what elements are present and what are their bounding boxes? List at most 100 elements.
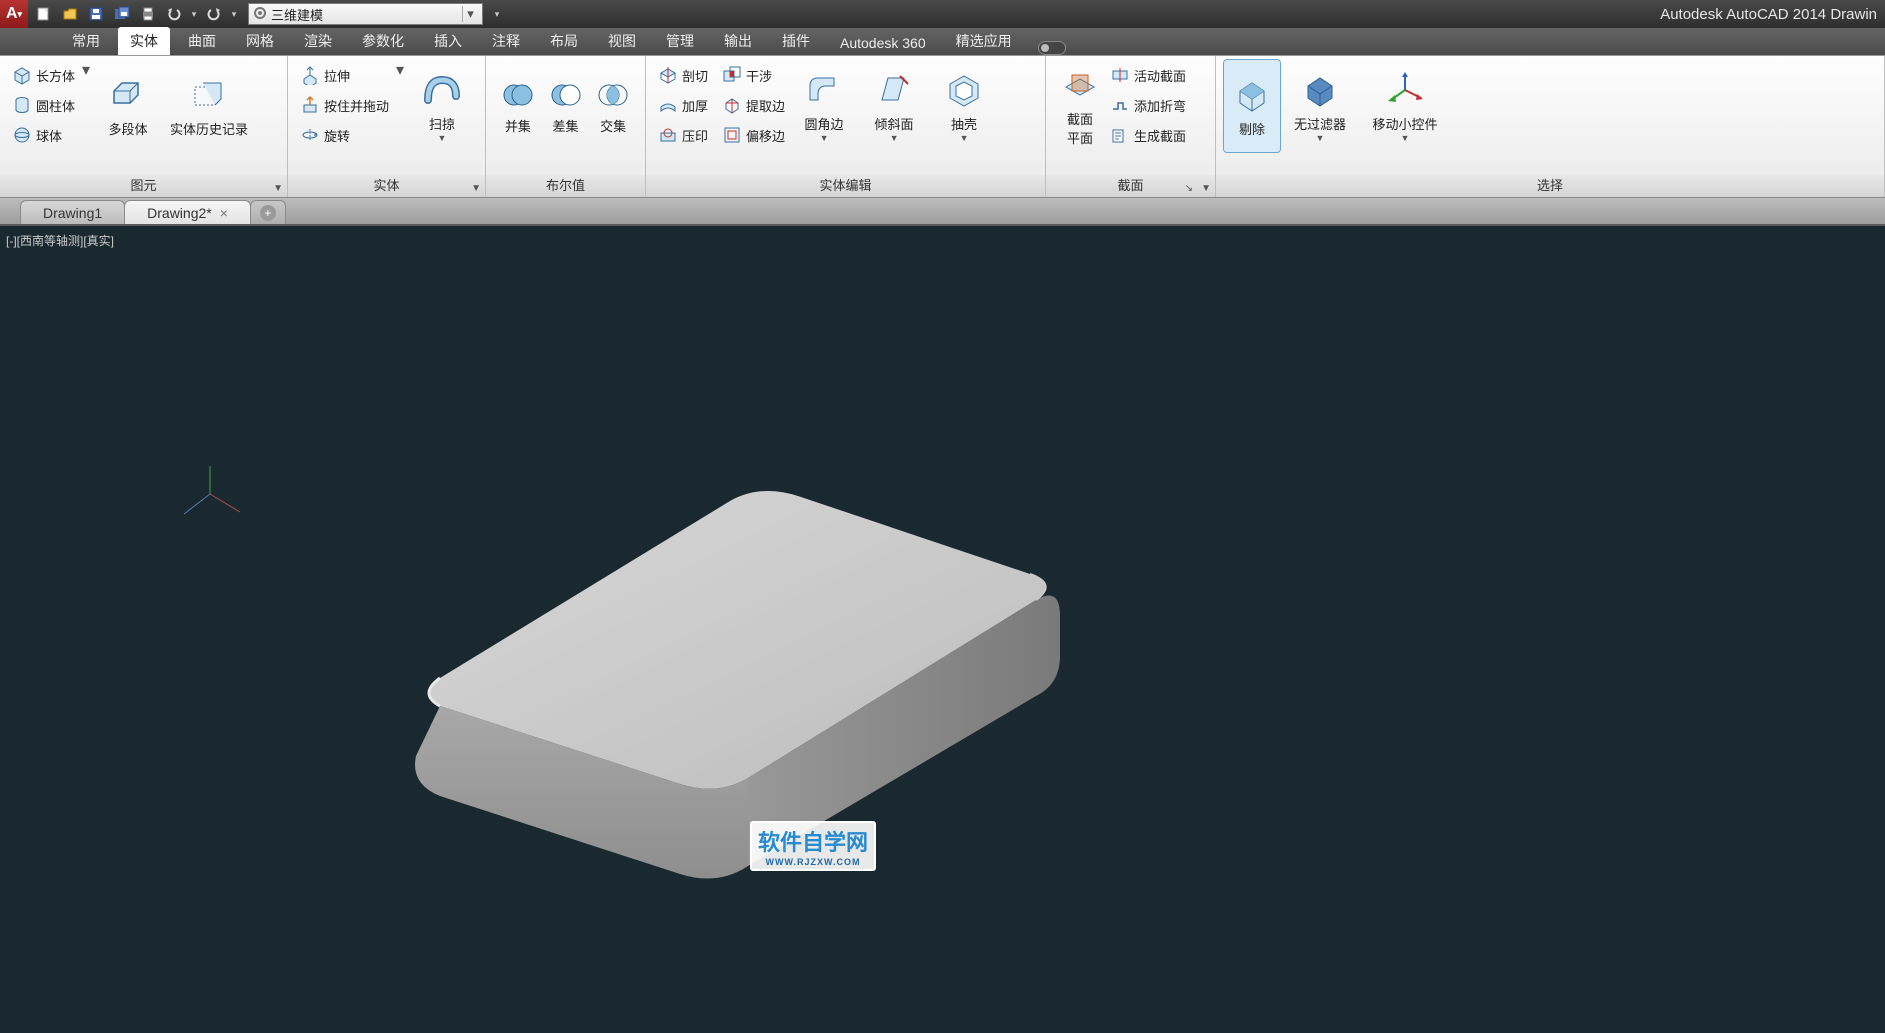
section-plane-button[interactable]: 截面 平面 [1054, 60, 1106, 152]
ribbon-tab-parametric[interactable]: 参数化 [350, 27, 416, 55]
ribbon-tab-layout[interactable]: 布局 [538, 27, 590, 55]
ribbon-tab-insert[interactable]: 插入 [422, 27, 474, 55]
app-title: Autodesk AutoCAD 2014 Drawin [1660, 6, 1885, 23]
thicken-button[interactable]: 加厚 [654, 90, 712, 120]
polysolid-button[interactable]: 多段体 [93, 60, 163, 152]
box-label: 长方体 [36, 66, 75, 85]
qat-undo-icon[interactable] [162, 3, 186, 25]
sweep-button[interactable]: 扫掠▼ [407, 60, 477, 152]
qat-redo-icon[interactable] [202, 3, 226, 25]
move-gizmo-button[interactable]: 移动小控件▼ [1360, 60, 1450, 152]
document-tab-bar: Drawing1 Drawing2*× + [0, 198, 1885, 226]
add-jog-button[interactable]: 添加折弯 [1106, 90, 1190, 120]
ribbon-tab-common[interactable]: 常用 [60, 27, 112, 55]
presspull-button[interactable]: 按住并拖动 [296, 90, 393, 120]
ribbon-tab-annotate[interactable]: 注释 [480, 27, 532, 55]
box-button[interactable]: 长方体 [8, 60, 79, 90]
revolve-icon [300, 125, 320, 145]
fillet-edge-button[interactable]: 圆角边▼ [789, 60, 859, 152]
sweep-label: 扫掠 [429, 114, 455, 133]
intersect-button[interactable]: 交集 [589, 60, 637, 152]
new-document-tab[interactable]: + [250, 200, 286, 224]
ribbon-tab-plugins[interactable]: 插件 [770, 27, 822, 55]
panel-solid-title[interactable]: 实体▼ [288, 175, 485, 197]
imprint-button[interactable]: 压印 [654, 120, 712, 150]
primitive-dropdown[interactable]: ▾ [79, 60, 93, 80]
extrude-button[interactable]: 拉伸 [296, 60, 393, 90]
drawing-canvas[interactable]: [-][西南等轴测][真实] 软件自学网 WWW.RJZXW.CO [0, 226, 1885, 1033]
watermark: 软件自学网 WWW.RJZXW.COM [750, 821, 876, 871]
document-tab[interactable]: Drawing1 [20, 200, 125, 224]
panel-solid: 拉伸 按住并拖动 旋转 ▾ 扫掠▼ 实体▼ [288, 56, 486, 197]
workspace-combo[interactable]: 三维建模 ▾ [248, 3, 483, 25]
fillet-edge-icon [804, 70, 844, 110]
dialog-launcher-icon[interactable]: ↘ [1185, 178, 1193, 200]
solid-dropdown[interactable]: ▾ [393, 60, 407, 80]
union-icon [501, 78, 535, 112]
extrude-icon [300, 65, 320, 85]
ribbon-tab-solid[interactable]: 实体 [118, 27, 170, 55]
imprint-icon [658, 125, 678, 145]
panel-boolean-title: 布尔值 [486, 175, 645, 197]
extract-edges-button[interactable]: 提取边 [718, 90, 789, 120]
qat-save-icon[interactable] [84, 3, 108, 25]
cylinder-icon [12, 95, 32, 115]
ribbon-tab-render[interactable]: 渲染 [292, 27, 344, 55]
slice-button[interactable]: 剖切 [654, 60, 712, 90]
ribbon-minimize-toggle[interactable] [1038, 41, 1066, 55]
panel-primitives: 长方体 圆柱体 球体 ▾ 多段体 实体历史记录 图元▼ [0, 56, 288, 197]
qat-print-icon[interactable] [136, 3, 160, 25]
panel-section: 截面 平面 活动截面 添加折弯 生成截面 截面▼↘ [1046, 56, 1216, 197]
slice-icon [658, 65, 678, 85]
ribbon-tab-autodesk360[interactable]: Autodesk 360 [828, 31, 938, 55]
qat-saveas-icon[interactable] [110, 3, 134, 25]
panel-solid-editing: 剖切 加厚 压印 干涉 提取边 偏移边 圆角边▼ 倾斜面▼ 抽壳▼ 实体编 [646, 56, 1046, 197]
taper-face-icon [874, 70, 914, 110]
gear-icon [253, 6, 267, 23]
qat-redo-dropdown[interactable]: ▾ [228, 3, 240, 25]
ribbon-tab-strip: 常用 实体 曲面 网格 渲染 参数化 插入 注释 布局 视图 管理 输出 插件 … [0, 28, 1885, 56]
panel-selection-title: 选择 [1216, 175, 1884, 197]
taper-face-button[interactable]: 倾斜面▼ [859, 60, 929, 152]
chevron-down-icon: ▼ [471, 178, 481, 200]
no-filter-button[interactable]: 无过滤器▼ [1280, 60, 1360, 152]
close-icon[interactable]: × [220, 205, 228, 221]
panel-primitives-title[interactable]: 图元▼ [0, 175, 287, 197]
add-jog-icon [1110, 95, 1130, 115]
generate-section-button[interactable]: 生成截面 [1106, 120, 1190, 150]
qat-customize-dropdown[interactable]: ▾ [485, 3, 509, 25]
ribbon-tab-mesh[interactable]: 网格 [234, 27, 286, 55]
qat-undo-dropdown[interactable]: ▾ [188, 3, 200, 25]
panel-boolean: 并集 差集 交集 布尔值 [486, 56, 646, 197]
revolve-button[interactable]: 旋转 [296, 120, 393, 150]
shell-button[interactable]: 抽壳▼ [929, 60, 999, 152]
subtract-button[interactable]: 差集 [542, 60, 590, 152]
panel-section-title[interactable]: 截面▼↘ [1046, 175, 1215, 197]
qat-open-icon[interactable] [58, 3, 82, 25]
sphere-button[interactable]: 球体 [8, 120, 79, 150]
interfere-button[interactable]: 干涉 [718, 60, 789, 90]
ribbon-tab-output[interactable]: 输出 [712, 27, 764, 55]
ribbon-tab-featured[interactable]: 精选应用 [944, 27, 1024, 55]
interfere-icon [722, 65, 742, 85]
chevron-down-icon: ▼ [1201, 178, 1211, 200]
intersect-icon [596, 78, 630, 112]
cylinder-button[interactable]: 圆柱体 [8, 90, 79, 120]
app-menu-button[interactable]: A▾ [0, 0, 28, 28]
presspull-icon [300, 95, 320, 115]
live-section-button[interactable]: 活动截面 [1106, 60, 1190, 90]
union-button[interactable]: 并集 [494, 60, 542, 152]
ribbon-tab-view[interactable]: 视图 [596, 27, 648, 55]
document-tab[interactable]: Drawing2*× [124, 200, 251, 224]
qat-new-icon[interactable] [32, 3, 56, 25]
ribbon-tab-surface[interactable]: 曲面 [176, 27, 228, 55]
offset-edges-button[interactable]: 偏移边 [718, 120, 789, 150]
solid-history-label: 实体历史记录 [170, 119, 248, 138]
solid-history-button[interactable]: 实体历史记录 [163, 60, 255, 152]
subtract-label: 差集 [553, 116, 579, 135]
section-plane-icon [1060, 65, 1100, 105]
chevron-down-icon[interactable]: ▾ [462, 6, 478, 22]
view-label[interactable]: [-][西南等轴测][真实] [6, 232, 114, 249]
ribbon-tab-manage[interactable]: 管理 [654, 27, 706, 55]
culling-button[interactable]: 剔除 [1224, 60, 1280, 152]
